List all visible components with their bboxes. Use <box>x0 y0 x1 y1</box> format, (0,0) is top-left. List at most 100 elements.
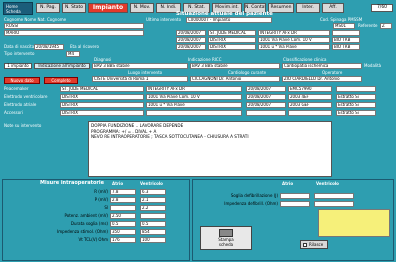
type-label: Tipo intervento <box>4 51 35 56</box>
birth-date-field[interactable]: 20/08/1945 <box>34 44 64 50</box>
measure-row-label: Durata soglia (ms) <box>70 221 108 226</box>
device-status-field[interactable]: Estratto Si <box>336 110 376 116</box>
situation-model-field[interactable]: 1001 Via Piave Com. 10 V <box>258 37 330 43</box>
measure-vent-field[interactable]: 100 <box>140 237 166 243</box>
measure-right-vent-field[interactable] <box>314 193 354 199</box>
device-row-label: Peacemaker <box>4 86 29 91</box>
measure-row-label: Sl <box>104 205 108 210</box>
measure-vent-field[interactable] <box>140 213 166 219</box>
device-model-field[interactable]: 1001 Via Piave Com. 10 V <box>146 94 242 100</box>
rilasce-label: Rilasce <box>309 242 324 247</box>
classification-field[interactable]: Cardiopatia ischemica <box>282 63 362 69</box>
situation-extra-field[interactable]: BIO TRB <box>332 37 360 43</box>
measure-right-vent-field[interactable] <box>314 201 354 207</box>
tab-indicazione[interactable]: Indicazione all'impianto <box>34 63 90 69</box>
measure-vent-field[interactable]: 6.3 <box>140 189 166 195</box>
app-logo[interactable]: Home Scheda <box>3 2 33 15</box>
device-status-field[interactable]: Estratto Si <box>336 102 376 108</box>
device-maker-field[interactable]: DISTRIX <box>60 102 144 108</box>
measure-vent-field[interactable]: 2.2 <box>140 205 166 211</box>
device-maker-field[interactable]: ST. JUDE MEDICAL <box>60 86 144 92</box>
diagnosis-field[interactable]: BAV 3 BBS stabile <box>92 63 188 69</box>
tab-impianto[interactable]: 1 impianto <box>4 63 32 69</box>
measure-atrio-field[interactable]: 2.8 <box>110 197 136 203</box>
yellow-note-field[interactable] <box>318 209 390 237</box>
measure-row-label: Vt TCL(V) Ohm <box>78 237 108 242</box>
device-date-field[interactable]: 20/08/2007 <box>246 86 286 92</box>
new-data-button[interactable]: Nuovo dato <box>4 77 40 84</box>
situation-extra-field[interactable]: BIO TRB <box>332 44 360 50</box>
device-serial-field[interactable]: 2003 GEF <box>288 102 332 108</box>
complete-button[interactable]: Completo <box>44 77 78 84</box>
measure-atrio-field[interactable]: 350 <box>110 229 136 235</box>
device-status-field[interactable]: Estratto Si <box>336 94 376 100</box>
cardiologo-field[interactable]: CICCAGNONI Dr. Antonio <box>190 76 280 82</box>
measures-title: Misure intraoperatorie <box>40 180 104 186</box>
measure-right-atrio-field[interactable] <box>280 201 310 207</box>
measure-row-label: P (mV) <box>94 197 108 202</box>
device-row-label: Accessori <box>4 110 23 115</box>
toolbar-button[interactable]: N. Stato <box>62 3 86 13</box>
device-serial-field[interactable] <box>288 110 332 116</box>
toolbar-button[interactable]: Impianto <box>88 3 128 13</box>
device-status-field[interactable] <box>336 86 376 92</box>
measure-row-label: Potenz. ambient (mV) <box>64 213 108 218</box>
notes-textarea[interactable]: DOPPIA FUNDIZIONE .. LAVORARE DEPENDE PR… <box>88 121 332 177</box>
device-serial-field[interactable]: 2003 4EF <box>288 94 332 100</box>
situation-model-field[interactable]: 1001 u * Via Piave <box>258 44 330 50</box>
measure-right-atrio-field[interactable] <box>280 193 310 199</box>
code-label: Cod. Spinaga PMSSM <box>320 17 363 22</box>
measure-atrio-field[interactable]: 176 <box>110 237 136 243</box>
situation-device-field[interactable]: DISTRIX <box>208 37 256 43</box>
print-button[interactable]: Stampa scheda <box>200 226 252 250</box>
operatore-field[interactable]: ZIO CIARDIELLO Dr. Antonio <box>282 76 362 82</box>
situation-device-field[interactable]: ST. JUDE MEDICAL <box>208 30 256 36</box>
toolbar-button[interactable]: N. Pag. <box>36 3 60 13</box>
measure-vent-field[interactable]: 854 <box>140 229 166 235</box>
type-field[interactable]: M4 <box>66 51 80 57</box>
situation-date-field[interactable]: 20/08/2007 <box>176 37 206 43</box>
measure-row-label: R (mV) <box>94 189 108 194</box>
situation-model-field[interactable]: INTEGRITY AFx DR <box>258 30 330 36</box>
birth-date-label: Data di nascita <box>4 44 35 49</box>
device-date-field[interactable]: 20/08/2007 <box>246 94 286 100</box>
classification-label: Classificazione clinica <box>283 57 327 62</box>
name-field[interactable]: MARIO <box>4 30 144 36</box>
measure-atrio-field[interactable] <box>110 205 136 211</box>
indication-label: Indicazione RICC <box>188 57 222 62</box>
measure-atrio-field[interactable]: 2.50 <box>110 213 136 219</box>
measures-col-atrio: Atrio <box>112 181 124 186</box>
device-date-field[interactable]: 20/08/2007 <box>246 102 286 108</box>
patient-header-labels: Cognome Nome Nat. Cognome <box>4 17 67 22</box>
modality-label: Modalità <box>364 63 382 68</box>
print-button-label: Stampa scheda <box>218 237 234 247</box>
device-date-field[interactable] <box>246 110 286 116</box>
device-maker-field[interactable]: DISTRIX <box>60 94 144 100</box>
measure-vent-field[interactable]: 2.1 <box>140 197 166 203</box>
device-model-field[interactable]: 1001 u * Via Piave <box>146 102 242 108</box>
measure-vent-field[interactable]: 0.5 <box>140 221 166 227</box>
refers-field[interactable]: Z <box>380 23 392 29</box>
checkbox-box-icon <box>303 243 307 247</box>
measures-col-ventricolo: Ventricolo <box>140 181 163 186</box>
rilasce-checkbox[interactable]: Rilasce <box>300 240 328 249</box>
measure-atrio-field[interactable]: 0.5 <box>110 221 136 227</box>
situation-device-field[interactable]: DISTRIX <box>208 44 256 50</box>
code-field[interactable]: MS01 <box>333 23 355 29</box>
device-serial-field[interactable]: EMC57990 <box>288 86 332 92</box>
page-indicator[interactable]: 7/60 <box>371 4 393 12</box>
situation-extra-field[interactable] <box>332 30 360 36</box>
situation-date-field[interactable]: 20/08/2007 <box>176 44 206 50</box>
operatore-label: Operatore <box>322 70 343 75</box>
refers-label: Referente <box>358 23 378 28</box>
device-model-field[interactable] <box>146 110 242 116</box>
situation-date-field[interactable]: 20/08/2007 <box>176 30 206 36</box>
device-maker-field[interactable]: DISTRIX <box>60 110 144 116</box>
measure-atrio-field[interactable]: 7.8 <box>110 189 136 195</box>
device-model-field[interactable]: INTEGRITY AFx DR <box>146 86 242 92</box>
measure-right-row-label: Impedenza defibrill. (Ohm) <box>224 201 278 206</box>
luogo-field[interactable]: CISTE Università di Roma 1 <box>92 76 188 82</box>
surname-field[interactable]: ROSSI <box>4 23 144 29</box>
device-row-label: Elettrodo ventricolare <box>4 94 48 99</box>
indication-field[interactable]: BAV 3 BBS stabile <box>190 63 280 69</box>
